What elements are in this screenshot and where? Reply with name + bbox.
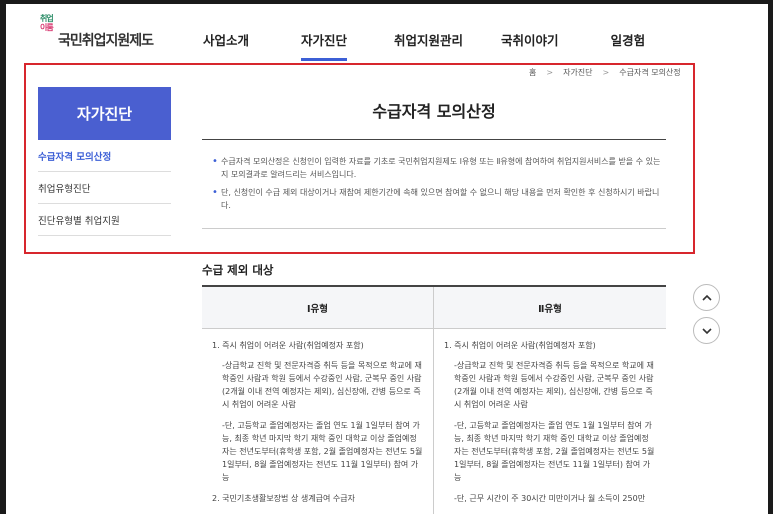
scroll-bottom-button[interactable] (693, 317, 720, 344)
table-body: 1. 즉시 취업이 어려운 사람(취업예정자 포함) -상급학교 진학 및 전문… (202, 329, 666, 514)
list-item: 1. 즉시 취업이 어려운 사람(취업예정자 포함) (444, 341, 596, 350)
list-item: -단, 근무 시간이 주 30시간 미만이거나 월 소득이 250만 (454, 494, 646, 503)
header-type2: Ⅱ유형 (538, 303, 562, 315)
nav-item-business[interactable]: 사업소개 (203, 30, 249, 61)
exclusion-section-title: 수급 제외 대상 (202, 263, 274, 277)
list-item: 2. 국민기초생활보장법 상 생계급여 수급자 (212, 494, 355, 503)
nav-item-work-experience[interactable]: 일경험 (611, 30, 646, 61)
table-cell-type2: 1. 즉시 취업이 어려운 사람(취업예정자 포함) -상급학교 진학 및 전문… (434, 329, 666, 514)
main-nav: 사업소개 자가진단 취업지원관리 국취이야기 일경험 (186, 30, 645, 61)
list-item: -단, 고등학교 졸업예정자는 졸업 연도 1월 1일부터 참여 가능, 최종 … (222, 421, 423, 482)
nav-item-stories[interactable]: 국취이야기 (501, 30, 559, 61)
header-type1: Ⅰ유형 (202, 287, 434, 328)
logo-mark: 취업 이룸 (40, 14, 54, 32)
chevron-up-icon (701, 294, 712, 301)
site-header: 취업 이룸 국민취업지원제도 사업소개 자가진단 취업지원관리 국취이야기 일경… (6, 4, 768, 66)
highlight-box (24, 63, 695, 254)
table-cell-type1: 1. 즉시 취업이 어려운 사람(취업예정자 포함) -상급학교 진학 및 전문… (202, 329, 434, 514)
nav-item-self-diagnosis[interactable]: 자가진단 (301, 30, 348, 61)
list-item: -단, 고등학교 졸업예정자는 졸업 연도 1월 1일부터 참여 가능, 최종 … (454, 421, 655, 482)
logo-text: 국민취업지원제도 (58, 33, 154, 49)
site-logo[interactable]: 취업 이룸 국민취업지원제도 (40, 14, 170, 50)
nav-item-job-support[interactable]: 취업지원관리 (394, 30, 463, 61)
exclusion-table: Ⅰ유형 Ⅱ유형 1. 즉시 취업이 어려운 사람(취업예정자 포함) -상급학교… (202, 285, 666, 514)
list-item: -상급학교 진학 및 전문자격증 취득 등을 목적으로 학교에 재학중인 사람과… (454, 361, 654, 409)
chevron-down-icon (701, 327, 712, 334)
list-item: -상급학교 진학 및 전문자격증 취득 등을 목적으로 학교에 재학중인 사람과… (222, 361, 422, 409)
scroll-top-button[interactable] (693, 284, 720, 311)
list-item: 1. 즉시 취업이 어려운 사람(취업예정자 포함) (212, 341, 364, 350)
table-header: Ⅰ유형 Ⅱ유형 (202, 287, 666, 329)
page: 취업 이룸 국민취업지원제도 사업소개 자가진단 취업지원관리 국취이야기 일경… (6, 4, 768, 514)
